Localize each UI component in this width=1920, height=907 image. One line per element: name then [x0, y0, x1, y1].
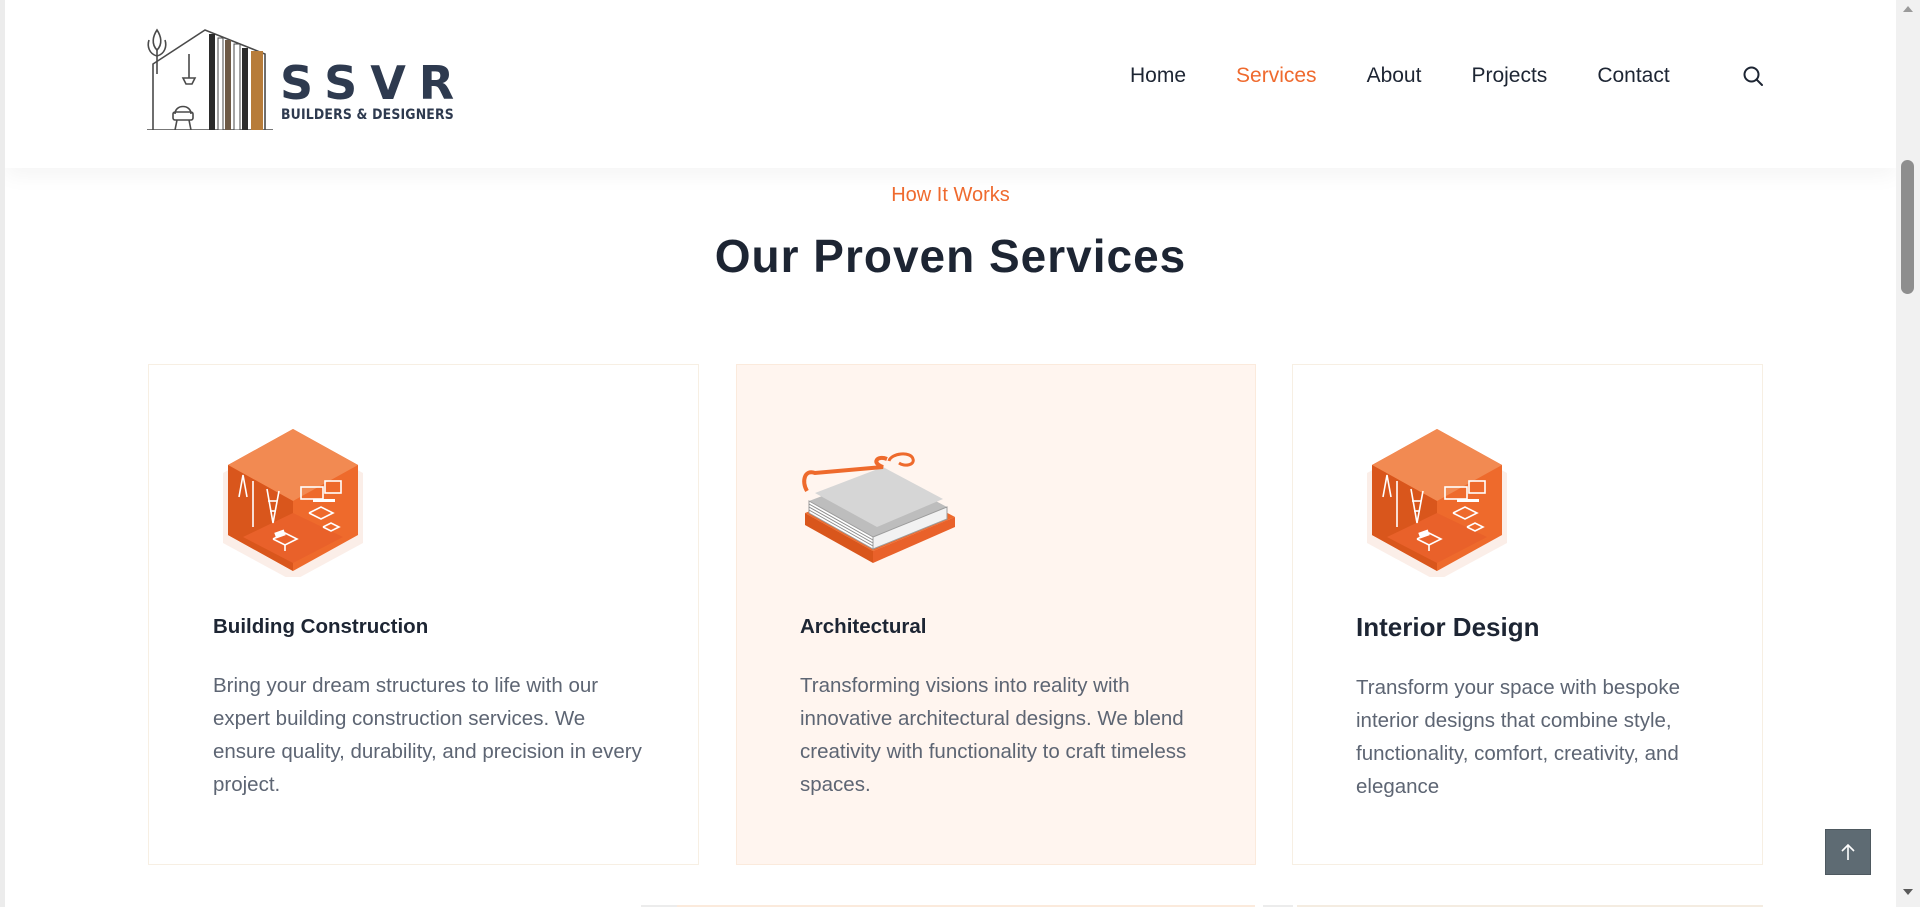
back-to-top-button[interactable]	[1825, 829, 1871, 875]
service-card-title: Building Construction	[213, 615, 429, 638]
scrollbar-thumb[interactable]	[1901, 160, 1914, 294]
service-card-building-construction[interactable]: Building Construction Bring your dream s…	[148, 364, 699, 865]
nav-item-contact[interactable]: Contact	[1597, 60, 1669, 92]
arrow-up-icon	[1841, 843, 1855, 860]
service-card-description: Transform your space with bespoke interi…	[1356, 676, 1680, 798]
isometric-room-construction-icon	[213, 427, 373, 577]
nav-item-projects[interactable]: Projects	[1471, 60, 1547, 92]
service-card-architectural[interactable]: Architectural Transforming visions into …	[736, 364, 1256, 865]
scroll-down-arrow-icon[interactable]	[1902, 887, 1914, 897]
logo-tagline: BUILDERS & DESIGNERS	[281, 107, 454, 123]
page: SSVR BUILDERS & DESIGNERS Home Services …	[0, 0, 1896, 907]
isometric-room-interior-icon	[1357, 427, 1517, 577]
section-title: Our Proven Services	[714, 230, 1187, 282]
nav-item-about[interactable]: About	[1367, 60, 1422, 92]
service-card-description: Transforming visions into reality with i…	[800, 674, 1187, 796]
service-card-description: Bring your dream structures to life with…	[213, 674, 642, 796]
blueprint-stack-icon	[802, 452, 955, 563]
logo-wordmark: SSVR	[280, 56, 468, 110]
service-card-interior-design[interactable]: Interior Design Transform your space wit…	[1292, 364, 1763, 865]
site-logo[interactable]: SSVR BUILDERS & DESIGNERS	[145, 26, 454, 130]
nav-item-home[interactable]: Home	[1130, 60, 1186, 92]
site-header: SSVR BUILDERS & DESIGNERS Home Services …	[5, 0, 1896, 168]
service-card-title: Interior Design	[1356, 612, 1540, 642]
service-card-title: Architectural	[800, 615, 927, 638]
page-scrollbar[interactable]	[1896, 0, 1920, 907]
nav-item-services[interactable]: Services	[1236, 60, 1317, 92]
section-eyebrow: How It Works	[891, 184, 1010, 206]
scroll-up-arrow-icon[interactable]	[1902, 4, 1914, 14]
search-icon[interactable]	[1741, 64, 1765, 88]
logo-building-icon	[147, 28, 273, 130]
main-nav: Home Services About Projects Contact	[1130, 60, 1720, 92]
